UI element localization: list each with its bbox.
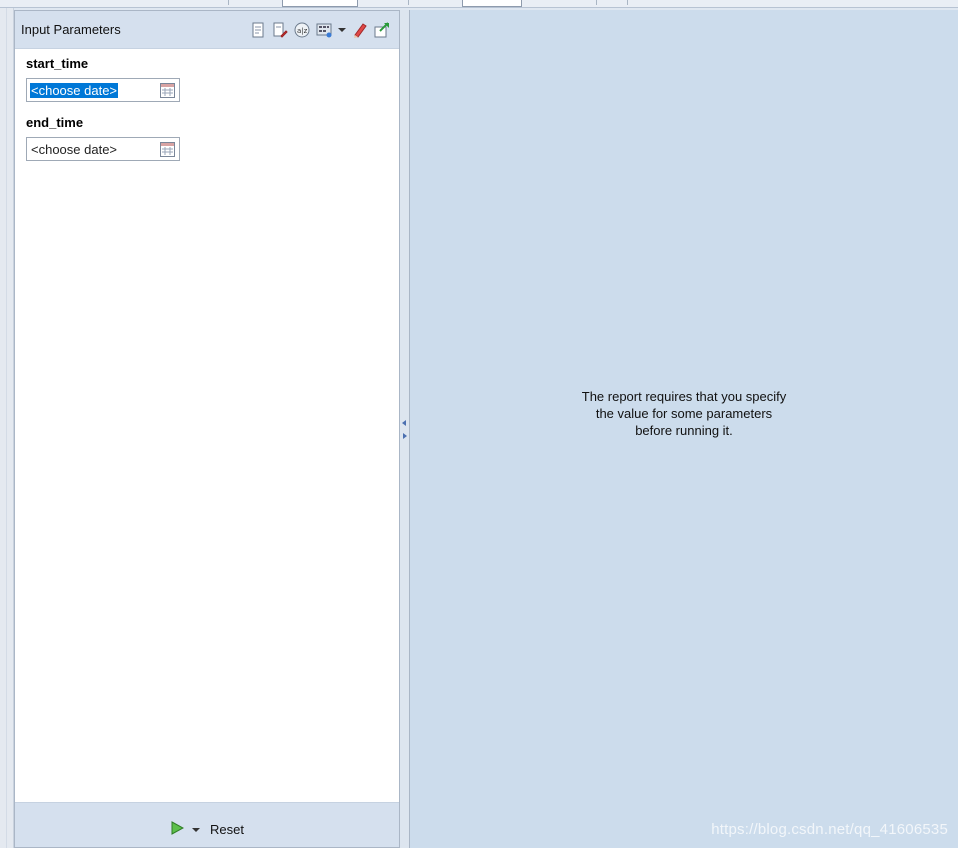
run-options-dropdown-icon[interactable] (192, 823, 200, 837)
report-message-line: The report requires that you specify (581, 389, 787, 404)
reset-button[interactable]: Reset (210, 822, 244, 837)
end-time-label: end_time (26, 115, 84, 130)
end-time-date-field[interactable]: <choose date> (26, 137, 180, 161)
calendar-icon[interactable] (160, 142, 175, 157)
start-time-label: start_time (26, 56, 89, 71)
apply-icon[interactable] (373, 21, 391, 39)
svg-text:a|z: a|z (297, 27, 308, 35)
collapse-arrows-icon[interactable] (401, 418, 408, 442)
start-time-value[interactable]: <choose date> (30, 83, 119, 98)
editor-tab-strip (0, 0, 958, 8)
panel-footer: Reset (15, 802, 399, 847)
panel-toolbar: a|z (249, 21, 391, 39)
report-message-line: before running it. (635, 423, 733, 438)
sort-az-icon[interactable]: a|z (293, 21, 311, 39)
run-icon[interactable] (170, 821, 185, 838)
panel-splitter[interactable] (400, 10, 409, 848)
watermark: https://blog.csdn.net/qq_41606535 (711, 821, 948, 838)
layout-grid-icon[interactable] (315, 21, 333, 39)
start-time-date-field[interactable]: <choose date> (26, 78, 180, 102)
new-parameter-icon[interactable] (249, 21, 267, 39)
tab-separator (596, 0, 597, 5)
end-time-value[interactable]: <choose date> (30, 142, 118, 157)
panel-header: Input Parameters a|z (15, 11, 399, 49)
calendar-icon[interactable] (160, 83, 175, 98)
panel-title: Input Parameters (21, 22, 121, 37)
report-message-line: the value for some parameters (595, 406, 773, 421)
editor-tab[interactable] (282, 0, 358, 7)
report-message: The report requires that you specify the… (410, 388, 958, 439)
left-edge-gutter (0, 8, 14, 848)
tab-separator (408, 0, 409, 5)
tab-separator (627, 0, 628, 5)
editor-tab[interactable] (462, 0, 522, 7)
report-preview-area: The report requires that you specify the… (409, 10, 958, 848)
run-reset-group: Reset (170, 821, 244, 838)
tab-separator (228, 0, 229, 5)
input-parameters-panel: Input Parameters a|z start_time <choose … (14, 10, 400, 848)
view-menu-icon[interactable] (337, 21, 347, 39)
clear-icon[interactable] (351, 21, 369, 39)
edit-parameter-icon[interactable] (271, 21, 289, 39)
